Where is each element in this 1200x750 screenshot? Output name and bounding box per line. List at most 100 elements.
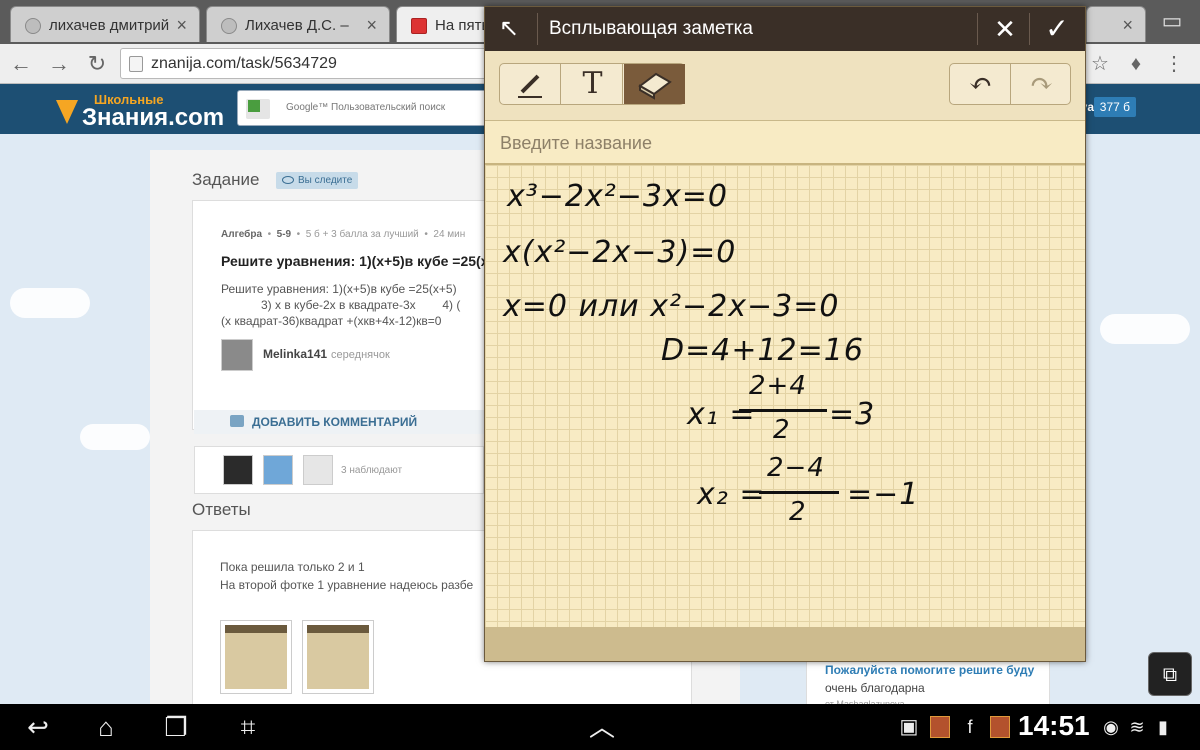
menu-icon[interactable]: ⋮ xyxy=(1160,50,1188,78)
tab-title: Лихачев Д.С. – xyxy=(245,17,349,34)
thumbnail-bar xyxy=(225,625,287,633)
notification-app-icon[interactable] xyxy=(930,716,950,738)
divider xyxy=(537,13,538,45)
system-navigation-bar: ↩ ⌂ ❐ ⌗ ︿ ▣ f 14:51 ◉ ≋ ▮ xyxy=(0,704,1200,750)
multi-window-icon: ⧉ xyxy=(1162,664,1178,686)
question-title[interactable]: Решите уравнения: 1)(x+5)в кубе =25(x+ xyxy=(221,253,497,269)
microphone-icon[interactable]: ♦ xyxy=(1122,50,1150,78)
watcher-avatar[interactable] xyxy=(263,455,293,485)
handwriting-line: =−1 xyxy=(847,477,920,512)
undo-button[interactable]: ↶ xyxy=(950,64,1011,104)
eraser-tool-button[interactable] xyxy=(624,64,685,104)
thumbnail-bar xyxy=(307,625,369,633)
pen-tool-button[interactable] xyxy=(500,64,561,104)
fraction-line xyxy=(739,409,827,412)
wifi-icon: ≋ xyxy=(1129,717,1145,737)
question-line-2: 3) x в кубе-2x в квадрате-3x 4) ( xyxy=(221,298,461,312)
watchers-count: 3 наблюдают xyxy=(341,465,403,476)
question-meta: Алгебра • 5-9 • 5 б + 3 балла за лучший … xyxy=(221,229,466,240)
grade-label[interactable]: 5-9 xyxy=(277,229,291,240)
watcher-avatar[interactable] xyxy=(223,455,253,485)
notification-app-icon[interactable] xyxy=(990,716,1010,738)
note-title-input[interactable]: Введите название xyxy=(485,121,1085,165)
note-titlebar: ↖ Всплывающая заметка ✕ ✓ xyxy=(485,7,1085,51)
history-tools: ↶ ↷ xyxy=(949,63,1071,105)
points-badge[interactable]: 377 б xyxy=(1093,97,1136,117)
collapse-arrow-icon[interactable]: ↖ xyxy=(495,15,523,43)
fraction-line xyxy=(759,491,839,494)
note-drawing-canvas[interactable]: x³−2x²−3x=0 x(x²−2x−3)=0 x=0 или x²−2x−3… xyxy=(485,165,1085,627)
handwriting-line: x³−2x²−3x=0 xyxy=(507,179,728,214)
window-mode-button[interactable]: ⧉ xyxy=(1148,652,1192,696)
add-comment-label: ДОБАВИТЬ КОММЕНТАРИЙ xyxy=(252,415,418,429)
popup-note-window: ↖ Всплывающая заметка ✕ ✓ T ↶ ↷ Введите … xyxy=(484,6,1086,662)
redo-button[interactable]: ↷ xyxy=(1011,64,1072,104)
chevron-up-icon[interactable]: ︿ xyxy=(584,712,620,742)
time-info: 24 мин xyxy=(433,229,466,240)
eye-icon: ◉ xyxy=(1103,717,1119,737)
handwriting-line: =3 xyxy=(829,397,876,432)
note-footer xyxy=(485,627,1085,661)
address-bar[interactable]: znanija.com/task/5634729 xyxy=(120,48,490,79)
logo-icon xyxy=(56,100,78,124)
handwriting-line: x=0 или x²−2x−3=0 xyxy=(503,289,840,324)
thumbnail-image xyxy=(225,625,287,689)
answer-line-1: Пока решила только 2 и 1 xyxy=(220,560,365,574)
follow-badge[interactable]: Вы следите xyxy=(276,172,359,189)
note-toolbar: T ↶ ↷ xyxy=(485,51,1085,121)
author-username[interactable]: Melinka141 xyxy=(263,347,327,361)
note-title-placeholder: Введите название xyxy=(500,133,652,153)
back-arrow-icon[interactable]: ← xyxy=(6,49,36,79)
author-avatar[interactable] xyxy=(221,339,253,371)
forward-arrow-icon[interactable]: → xyxy=(44,49,74,79)
browser-tab-2[interactable]: Лихачев Д.С. – × xyxy=(206,6,390,42)
home-icon[interactable]: ⌂ xyxy=(88,712,124,742)
search-placeholder: Google™ Пользовательский поиск xyxy=(286,102,446,113)
text-tool-button[interactable]: T xyxy=(562,64,623,104)
close-icon[interactable]: ✕ xyxy=(989,13,1021,45)
watcher-avatar-placeholder[interactable] xyxy=(303,455,333,485)
eye-icon xyxy=(282,176,294,184)
subject-label[interactable]: Алгебра xyxy=(221,229,262,240)
page-icon xyxy=(129,56,143,72)
close-tab-icon[interactable]: × xyxy=(1122,15,1133,36)
handwriting-line: D=4+12=16 xyxy=(661,333,864,368)
site-search-input[interactable]: Google™ Пользовательский поиск xyxy=(237,90,487,126)
check-icon[interactable]: ✓ xyxy=(1041,13,1073,45)
author-rank: середнячок xyxy=(331,349,390,361)
answer-image-thumbnail-1[interactable] xyxy=(220,620,292,694)
answer-image-thumbnail-2[interactable] xyxy=(302,620,374,694)
close-tab-icon[interactable]: × xyxy=(366,15,377,36)
question-line-3: (x квадрат-36)квадрат +(хкв+4х-12)кв=0 xyxy=(221,314,442,328)
system-clock: 14:51 xyxy=(1018,710,1090,741)
question-line-1: Решите уравнения: 1)(x+5)в кубе =25(x+5) xyxy=(221,282,457,296)
author-name[interactable]: Melinka141 середнячок xyxy=(263,347,390,361)
handwriting-numerator: 2−4 xyxy=(767,453,825,483)
globe-icon xyxy=(221,18,237,34)
browser-tab-1[interactable]: лихачев дмитрий × xyxy=(10,6,200,42)
answer-line-2: На второй фотке 1 уравнение надеюсь разб… xyxy=(220,578,474,592)
back-icon[interactable]: ↩ xyxy=(20,712,56,742)
bookmark-star-icon[interactable]: ☆ xyxy=(1086,50,1114,78)
divider xyxy=(1029,13,1030,45)
handwriting-line: x₁ = xyxy=(687,397,756,432)
thumbnail-image xyxy=(307,625,369,689)
cloud-decoration xyxy=(10,288,90,318)
recent-apps-icon[interactable]: ❐ xyxy=(158,712,194,742)
browser-tab-4[interactable]: × xyxy=(1086,6,1146,42)
follow-badge-label: Вы следите xyxy=(298,175,353,186)
add-comment-button[interactable]: ДОБАВИТЬ КОММЕНТАРИЙ xyxy=(194,410,484,434)
screenshot-icon[interactable]: ⌗ xyxy=(230,712,266,742)
close-tab-icon[interactable]: × xyxy=(176,15,187,36)
reload-icon[interactable]: ↻ xyxy=(82,49,112,79)
window-switch-icon[interactable]: ▭ xyxy=(1152,6,1192,36)
logo-big-text: Знания.com xyxy=(82,104,225,131)
facebook-icon[interactable]: f xyxy=(960,712,980,742)
handwriting-numerator: 2+4 xyxy=(749,371,807,401)
handwriting-line: x(x²−2x−3)=0 xyxy=(503,235,737,270)
cloud-decoration xyxy=(80,424,150,450)
related-question-link[interactable]: Пожалуйста помогите решите буду xyxy=(825,663,1034,677)
cloud-decoration xyxy=(1100,314,1190,344)
handwriting-denominator: 2 xyxy=(773,415,791,445)
gallery-icon[interactable]: ▣ xyxy=(898,712,920,742)
